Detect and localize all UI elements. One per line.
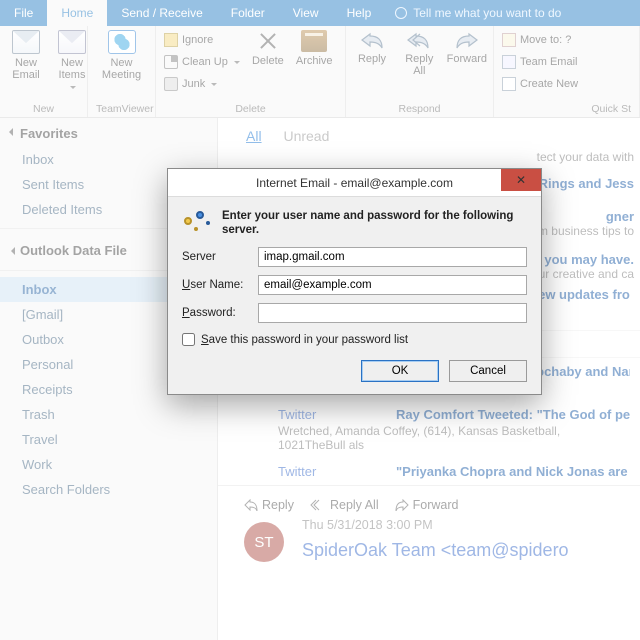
cancel-button[interactable]: Cancel [449, 360, 527, 382]
keys-icon [182, 209, 212, 237]
ok-button[interactable]: OK [361, 360, 439, 382]
username-label: User Name: [182, 279, 258, 291]
username-input[interactable] [258, 275, 527, 295]
password-input[interactable] [258, 303, 527, 323]
save-password-label: Save this password in your password list [201, 334, 408, 346]
dialog-close-button[interactable]: ✕ [501, 169, 541, 191]
save-password-checkbox[interactable] [182, 333, 195, 346]
server-input[interactable] [258, 247, 527, 267]
dialog-instruction: Enter your user name and password for th… [222, 209, 527, 237]
credentials-dialog: Internet Email - email@example.com ✕ Ent… [167, 168, 542, 395]
server-label: Server [182, 251, 258, 263]
dialog-titlebar[interactable]: Internet Email - email@example.com ✕ [168, 169, 541, 197]
close-icon: ✕ [516, 173, 526, 187]
dialog-title: Internet Email - email@example.com [256, 176, 453, 190]
password-label: Password: [182, 307, 258, 319]
